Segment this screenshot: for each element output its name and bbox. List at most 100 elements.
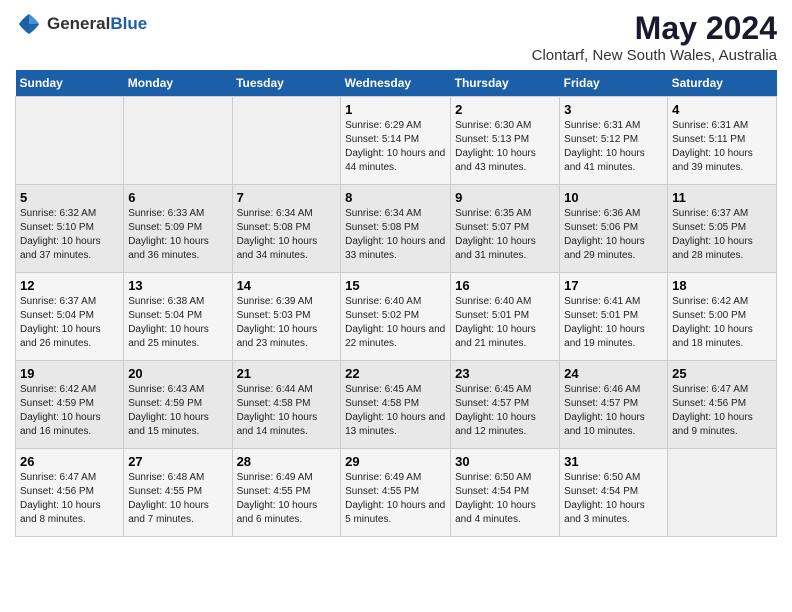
day-number: 13 bbox=[128, 278, 227, 293]
table-row: 24 Sunrise: 6:46 AMSunset: 4:57 PMDaylig… bbox=[560, 361, 668, 449]
table-row: 20 Sunrise: 6:43 AMSunset: 4:59 PMDaylig… bbox=[124, 361, 232, 449]
table-row: 10 Sunrise: 6:36 AMSunset: 5:06 PMDaylig… bbox=[560, 185, 668, 273]
day-info: Sunrise: 6:49 AMSunset: 4:55 PMDaylight:… bbox=[345, 472, 445, 525]
day-info: Sunrise: 6:30 AMSunset: 5:13 PMDaylight:… bbox=[455, 120, 536, 173]
day-number: 15 bbox=[345, 278, 446, 293]
table-row: 1 Sunrise: 6:29 AMSunset: 5:14 PMDayligh… bbox=[341, 97, 451, 185]
col-sunday: Sunday bbox=[16, 70, 124, 97]
day-info: Sunrise: 6:46 AMSunset: 4:57 PMDaylight:… bbox=[564, 384, 645, 437]
day-number: 20 bbox=[128, 366, 227, 381]
day-number: 10 bbox=[564, 190, 663, 205]
day-number: 12 bbox=[20, 278, 119, 293]
day-info: Sunrise: 6:45 AMSunset: 4:57 PMDaylight:… bbox=[455, 384, 536, 437]
day-number: 2 bbox=[455, 102, 555, 117]
day-number: 25 bbox=[672, 366, 772, 381]
col-saturday: Saturday bbox=[668, 70, 777, 97]
day-number: 24 bbox=[564, 366, 663, 381]
day-info: Sunrise: 6:37 AMSunset: 5:04 PMDaylight:… bbox=[20, 296, 101, 349]
day-number: 31 bbox=[564, 454, 663, 469]
day-info: Sunrise: 6:34 AMSunset: 5:08 PMDaylight:… bbox=[237, 208, 318, 261]
day-number: 17 bbox=[564, 278, 663, 293]
calendar-header-row: Sunday Monday Tuesday Wednesday Thursday… bbox=[16, 70, 777, 97]
day-info: Sunrise: 6:50 AMSunset: 4:54 PMDaylight:… bbox=[455, 472, 536, 525]
col-monday: Monday bbox=[124, 70, 232, 97]
col-wednesday: Wednesday bbox=[341, 70, 451, 97]
day-number: 3 bbox=[564, 102, 663, 117]
day-number: 6 bbox=[128, 190, 227, 205]
day-number: 23 bbox=[455, 366, 555, 381]
day-info: Sunrise: 6:49 AMSunset: 4:55 PMDaylight:… bbox=[237, 472, 318, 525]
day-number: 14 bbox=[237, 278, 337, 293]
day-info: Sunrise: 6:34 AMSunset: 5:08 PMDaylight:… bbox=[345, 208, 445, 261]
table-row: 13 Sunrise: 6:38 AMSunset: 5:04 PMDaylig… bbox=[124, 273, 232, 361]
day-info: Sunrise: 6:36 AMSunset: 5:06 PMDaylight:… bbox=[564, 208, 645, 261]
logo-text-general: General bbox=[47, 14, 110, 33]
table-row: 14 Sunrise: 6:39 AMSunset: 5:03 PMDaylig… bbox=[232, 273, 341, 361]
day-info: Sunrise: 6:37 AMSunset: 5:05 PMDaylight:… bbox=[672, 208, 753, 261]
day-number: 8 bbox=[345, 190, 446, 205]
day-info: Sunrise: 6:45 AMSunset: 4:58 PMDaylight:… bbox=[345, 384, 445, 437]
day-info: Sunrise: 6:50 AMSunset: 4:54 PMDaylight:… bbox=[564, 472, 645, 525]
table-row: 16 Sunrise: 6:40 AMSunset: 5:01 PMDaylig… bbox=[451, 273, 560, 361]
calendar-week-row: 12 Sunrise: 6:37 AMSunset: 5:04 PMDaylig… bbox=[16, 273, 777, 361]
day-number: 27 bbox=[128, 454, 227, 469]
day-number: 4 bbox=[672, 102, 772, 117]
day-info: Sunrise: 6:38 AMSunset: 5:04 PMDaylight:… bbox=[128, 296, 209, 349]
table-row: 3 Sunrise: 6:31 AMSunset: 5:12 PMDayligh… bbox=[560, 97, 668, 185]
table-row: 2 Sunrise: 6:30 AMSunset: 5:13 PMDayligh… bbox=[451, 97, 560, 185]
logo-icon bbox=[15, 10, 43, 38]
table-row: 23 Sunrise: 6:45 AMSunset: 4:57 PMDaylig… bbox=[451, 361, 560, 449]
day-info: Sunrise: 6:32 AMSunset: 5:10 PMDaylight:… bbox=[20, 208, 101, 261]
header: GeneralBlue May 2024 Clontarf, New South… bbox=[15, 10, 777, 64]
table-row bbox=[124, 97, 232, 185]
col-friday: Friday bbox=[560, 70, 668, 97]
table-row: 26 Sunrise: 6:47 AMSunset: 4:56 PMDaylig… bbox=[16, 449, 124, 537]
col-thursday: Thursday bbox=[451, 70, 560, 97]
day-number: 18 bbox=[672, 278, 772, 293]
day-info: Sunrise: 6:44 AMSunset: 4:58 PMDaylight:… bbox=[237, 384, 318, 437]
day-number: 29 bbox=[345, 454, 446, 469]
day-number: 11 bbox=[672, 190, 772, 205]
day-info: Sunrise: 6:41 AMSunset: 5:01 PMDaylight:… bbox=[564, 296, 645, 349]
calendar-week-row: 19 Sunrise: 6:42 AMSunset: 4:59 PMDaylig… bbox=[16, 361, 777, 449]
calendar-week-row: 5 Sunrise: 6:32 AMSunset: 5:10 PMDayligh… bbox=[16, 185, 777, 273]
table-row bbox=[668, 449, 777, 537]
table-row: 12 Sunrise: 6:37 AMSunset: 5:04 PMDaylig… bbox=[16, 273, 124, 361]
day-info: Sunrise: 6:31 AMSunset: 5:12 PMDaylight:… bbox=[564, 120, 645, 173]
day-number: 16 bbox=[455, 278, 555, 293]
day-info: Sunrise: 6:39 AMSunset: 5:03 PMDaylight:… bbox=[237, 296, 318, 349]
day-number: 28 bbox=[237, 454, 337, 469]
day-number: 5 bbox=[20, 190, 119, 205]
table-row bbox=[16, 97, 124, 185]
day-info: Sunrise: 6:42 AMSunset: 4:59 PMDaylight:… bbox=[20, 384, 101, 437]
day-info: Sunrise: 6:47 AMSunset: 4:56 PMDaylight:… bbox=[20, 472, 101, 525]
day-info: Sunrise: 6:48 AMSunset: 4:55 PMDaylight:… bbox=[128, 472, 209, 525]
subtitle: Clontarf, New South Wales, Australia bbox=[532, 47, 777, 64]
day-info: Sunrise: 6:35 AMSunset: 5:07 PMDaylight:… bbox=[455, 208, 536, 261]
day-number: 21 bbox=[237, 366, 337, 381]
table-row: 6 Sunrise: 6:33 AMSunset: 5:09 PMDayligh… bbox=[124, 185, 232, 273]
calendar-week-row: 26 Sunrise: 6:47 AMSunset: 4:56 PMDaylig… bbox=[16, 449, 777, 537]
table-row: 4 Sunrise: 6:31 AMSunset: 5:11 PMDayligh… bbox=[668, 97, 777, 185]
table-row: 19 Sunrise: 6:42 AMSunset: 4:59 PMDaylig… bbox=[16, 361, 124, 449]
table-row: 21 Sunrise: 6:44 AMSunset: 4:58 PMDaylig… bbox=[232, 361, 341, 449]
title-area: May 2024 Clontarf, New South Wales, Aust… bbox=[532, 10, 777, 64]
table-row: 29 Sunrise: 6:49 AMSunset: 4:55 PMDaylig… bbox=[341, 449, 451, 537]
day-number: 30 bbox=[455, 454, 555, 469]
table-row: 28 Sunrise: 6:49 AMSunset: 4:55 PMDaylig… bbox=[232, 449, 341, 537]
table-row: 7 Sunrise: 6:34 AMSunset: 5:08 PMDayligh… bbox=[232, 185, 341, 273]
logo-text-blue: Blue bbox=[110, 14, 147, 33]
day-number: 26 bbox=[20, 454, 119, 469]
day-info: Sunrise: 6:33 AMSunset: 5:09 PMDaylight:… bbox=[128, 208, 209, 261]
table-row: 25 Sunrise: 6:47 AMSunset: 4:56 PMDaylig… bbox=[668, 361, 777, 449]
day-info: Sunrise: 6:42 AMSunset: 5:00 PMDaylight:… bbox=[672, 296, 753, 349]
day-info: Sunrise: 6:40 AMSunset: 5:02 PMDaylight:… bbox=[345, 296, 445, 349]
day-info: Sunrise: 6:29 AMSunset: 5:14 PMDaylight:… bbox=[345, 120, 445, 173]
day-number: 22 bbox=[345, 366, 446, 381]
table-row: 15 Sunrise: 6:40 AMSunset: 5:02 PMDaylig… bbox=[341, 273, 451, 361]
day-info: Sunrise: 6:31 AMSunset: 5:11 PMDaylight:… bbox=[672, 120, 753, 173]
table-row: 18 Sunrise: 6:42 AMSunset: 5:00 PMDaylig… bbox=[668, 273, 777, 361]
table-row: 27 Sunrise: 6:48 AMSunset: 4:55 PMDaylig… bbox=[124, 449, 232, 537]
logo: GeneralBlue bbox=[15, 10, 147, 38]
day-info: Sunrise: 6:47 AMSunset: 4:56 PMDaylight:… bbox=[672, 384, 753, 437]
